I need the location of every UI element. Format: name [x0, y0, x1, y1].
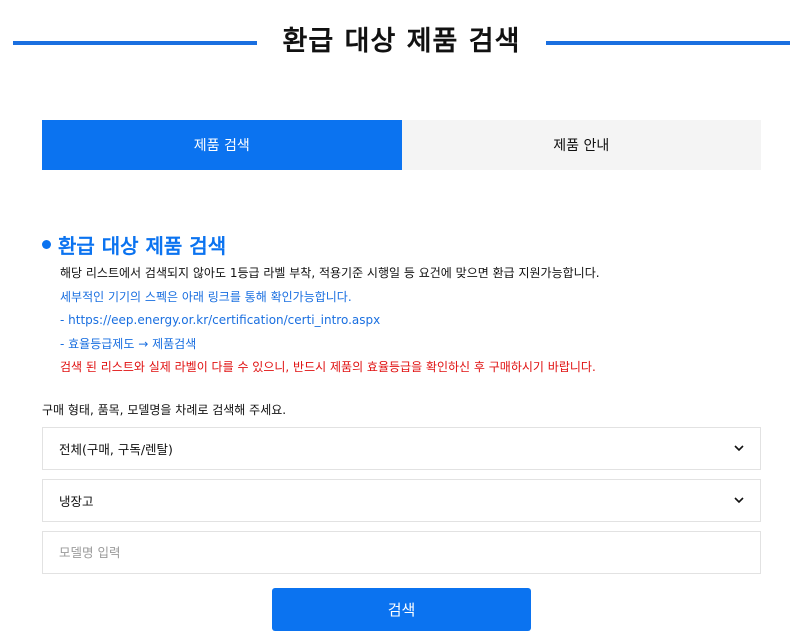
info-line-warning: 검색 된 리스트와 실제 라벨이 다를 수 있으니, 반드시 제품의 효율등급을…: [60, 360, 596, 374]
tab-bar: 제품 검색 제품 안내: [42, 120, 761, 170]
header-divider-left: [13, 41, 257, 45]
section-title: 환급 대상 제품 검색: [58, 233, 227, 258]
tab-product-info[interactable]: 제품 안내: [401, 120, 761, 170]
purchase-type-value: 전체(구매, 구독/렌탈): [59, 442, 173, 457]
page-header: 환급 대상 제품 검색: [0, 22, 800, 62]
chevron-down-icon: [734, 496, 744, 506]
purchase-type-select[interactable]: 전체(구매, 구독/렌탈): [42, 427, 761, 470]
chevron-down-icon: [734, 444, 744, 454]
info-text-block: 해당 리스트에서 검색되지 않아도 1등급 라벨 부착, 적용기준 시행일 등 …: [42, 262, 761, 380]
product-select[interactable]: 냉장고: [42, 479, 761, 522]
header-divider-right: [546, 41, 790, 45]
bullet-dot-icon: [42, 239, 51, 249]
info-line-path: - 효율등급제도 → 제품검색: [60, 336, 197, 351]
section-heading: 환급 대상 제품 검색: [42, 230, 761, 258]
tab-product-search[interactable]: 제품 검색: [42, 120, 402, 170]
search-info-section: 환급 대상 제품 검색 해당 리스트에서 검색되지 않아도 1등급 라벨 부착,…: [42, 230, 761, 380]
info-line-spec: 세부적인 기기의 스펙은 아래 링크를 통해 확인가능합니다.: [60, 289, 352, 304]
product-value: 냉장고: [59, 494, 94, 509]
info-link-url[interactable]: - https://eep.energy.or.kr/certification…: [60, 309, 761, 333]
info-line-eligibility: 해당 리스트에서 검색되지 않아도 1등급 라벨 부착, 적용기준 시행일 등 …: [60, 266, 600, 280]
model-input-wrapper: [42, 531, 761, 574]
form-instruction: 구매 형태, 품목, 모델명을 차례로 검색해 주세요.: [42, 403, 287, 417]
search-button[interactable]: 검색: [272, 588, 531, 631]
model-name-input[interactable]: [59, 545, 744, 560]
page-title: 환급 대상 제품 검색: [282, 26, 521, 57]
